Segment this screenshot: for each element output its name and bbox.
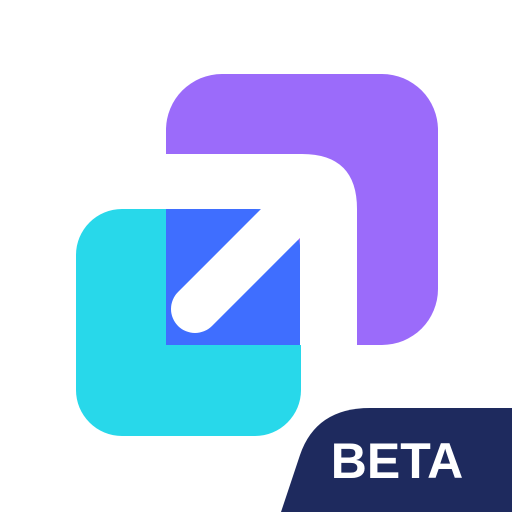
expand-arrow-logo-icon: BETA	[76, 74, 512, 512]
app-icon: BETA	[0, 0, 512, 512]
beta-label: BETA	[331, 433, 463, 489]
